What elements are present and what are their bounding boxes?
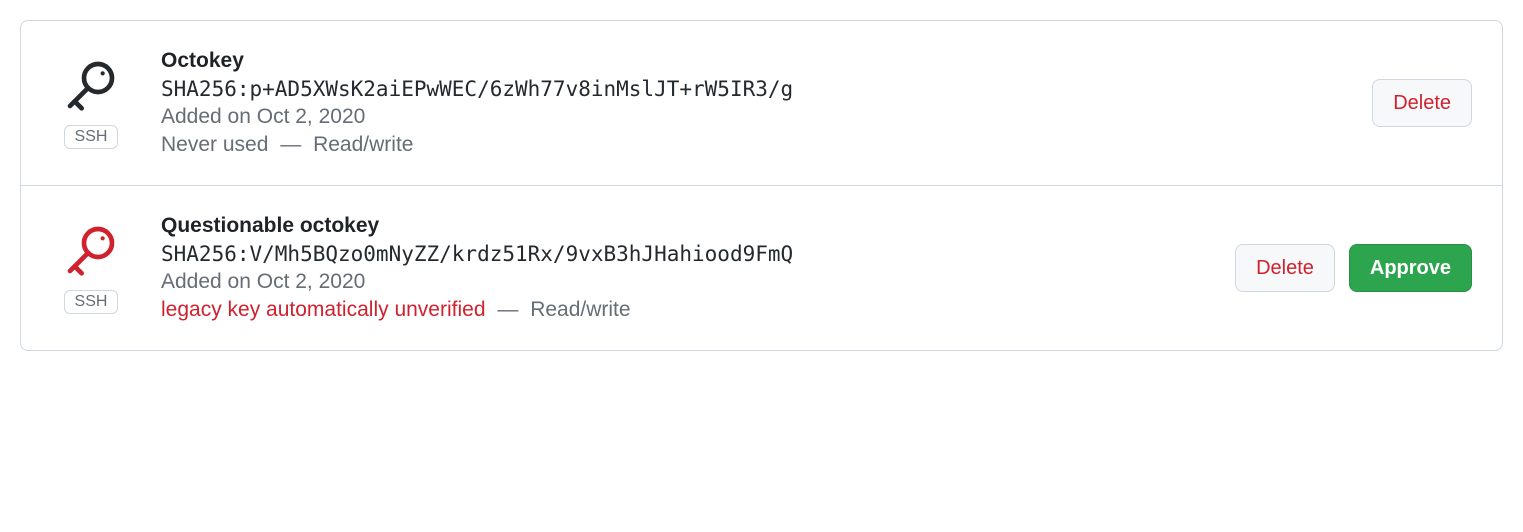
- key-status: legacy key automatically unverified — Re…: [161, 298, 1235, 322]
- key-added-date: Added on Oct 2, 2020: [161, 105, 1372, 129]
- key-icon: [63, 57, 119, 113]
- key-icon: [63, 222, 119, 278]
- key-title: Questionable octokey: [161, 214, 1235, 238]
- status-separator: —: [280, 133, 301, 156]
- status-separator: —: [497, 298, 518, 321]
- ssh-badge: SSH: [64, 125, 119, 149]
- key-actions: Delete: [1372, 79, 1472, 127]
- key-usage: Never used: [161, 133, 268, 156]
- key-access: Read/write: [530, 298, 630, 321]
- ssh-keys-list: SSH Octokey SHA256:p+AD5XWsK2aiEPwWEC/6z…: [20, 20, 1503, 351]
- key-info: Octokey SHA256:p+AD5XWsK2aiEPwWEC/6zWh77…: [131, 49, 1372, 157]
- key-access: Read/write: [313, 133, 413, 156]
- key-icon-col: SSH: [51, 222, 131, 314]
- approve-button[interactable]: Approve: [1349, 244, 1472, 292]
- key-fingerprint: SHA256:V/Mh5BQzo0mNyZZ/krdz51Rx/9vxB3hJH…: [161, 242, 1235, 266]
- key-title: Octokey: [161, 49, 1372, 73]
- key-added-date: Added on Oct 2, 2020: [161, 270, 1235, 294]
- key-usage: legacy key automatically unverified: [161, 298, 486, 321]
- key-info: Questionable octokey SHA256:V/Mh5BQzo0mN…: [131, 214, 1235, 322]
- ssh-badge: SSH: [64, 290, 119, 314]
- key-row: SSH Questionable octokey SHA256:V/Mh5BQz…: [21, 185, 1502, 350]
- key-fingerprint: SHA256:p+AD5XWsK2aiEPwWEC/6zWh77v8inMslJ…: [161, 77, 1372, 101]
- key-row: SSH Octokey SHA256:p+AD5XWsK2aiEPwWEC/6z…: [21, 21, 1502, 185]
- delete-button[interactable]: Delete: [1235, 244, 1335, 292]
- delete-button[interactable]: Delete: [1372, 79, 1472, 127]
- key-actions: Delete Approve: [1235, 244, 1472, 292]
- key-status: Never used — Read/write: [161, 133, 1372, 157]
- key-icon-col: SSH: [51, 57, 131, 149]
